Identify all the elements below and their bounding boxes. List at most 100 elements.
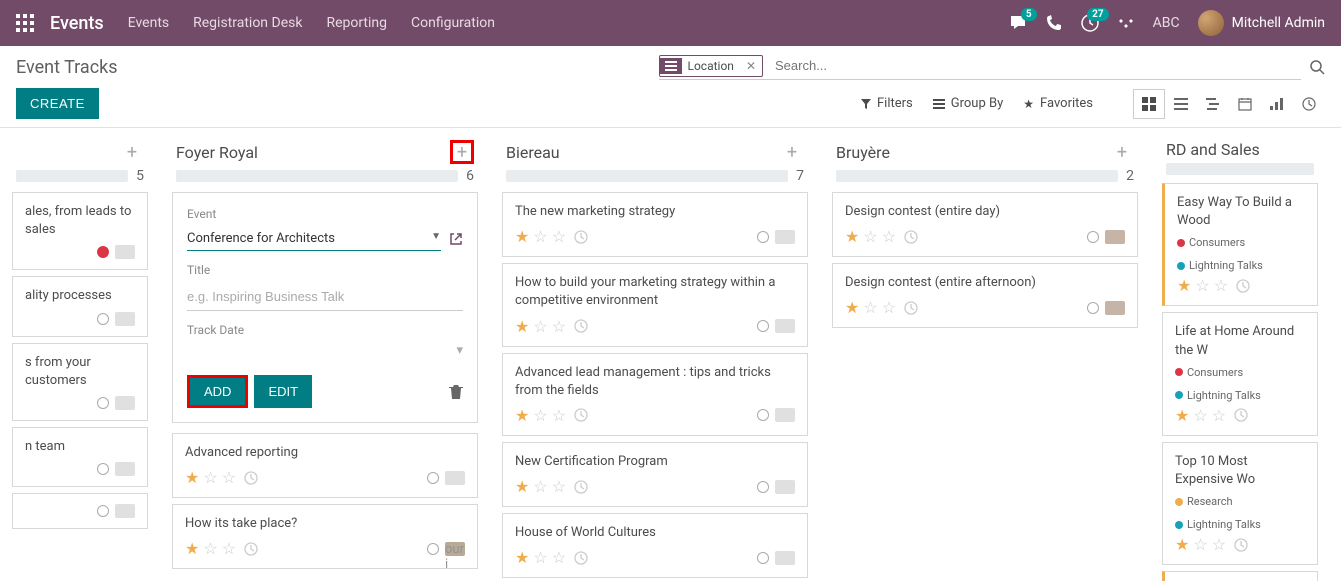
kanban-card[interactable]: ality processes [12,276,148,336]
star-icon[interactable]: ☆ [863,227,877,246]
star-icon[interactable]: ☆ [203,468,217,487]
company-switcher[interactable]: ABC [1153,15,1180,31]
star-icon[interactable]: ☆ [552,227,566,246]
search-icon[interactable] [1309,59,1325,75]
title-input[interactable] [187,283,463,311]
kanban-card[interactable]: Easy Way To Build a Wood ConsumersLightn… [1162,183,1318,306]
star-icon[interactable]: ☆ [1193,406,1207,425]
star-icon[interactable]: ☆ [222,468,236,487]
date-input[interactable]: ▾ [187,343,463,361]
clock-icon[interactable] [244,542,258,556]
star-icon[interactable]: ☆ [863,298,877,317]
status-dot[interactable] [757,552,769,564]
phone-icon[interactable] [1045,14,1063,32]
status-dot[interactable] [97,397,109,409]
star-icon[interactable]: ☆ [552,477,566,496]
gantt-view-icon[interactable] [1197,89,1229,119]
star-icon[interactable]: ★ [845,227,859,246]
clock-icon[interactable] [574,319,588,333]
star-icon[interactable]: ☆ [533,227,547,246]
star-icon[interactable]: ☆ [1212,535,1226,554]
column-add-icon[interactable]: + [120,140,144,164]
status-dot[interactable] [427,543,439,555]
kanban-card[interactable]: Top 10 Most Expensive Wo ResearchLightni… [1162,442,1318,565]
list-view-icon[interactable] [1165,89,1197,119]
add-button[interactable]: ADD [187,375,248,408]
kanban-card[interactable]: Advanced reporting ★☆☆ [172,433,478,498]
star-icon[interactable]: ☆ [882,298,896,317]
status-dot[interactable] [757,320,769,332]
clock-icon[interactable] [574,230,588,244]
calendar-view-icon[interactable] [1229,89,1261,119]
kanban-card[interactable] [12,493,148,529]
nav-events[interactable]: Events [128,15,169,31]
apps-icon[interactable] [16,14,34,32]
filters-button[interactable]: Filters [861,96,913,111]
debug-icon[interactable] [1117,14,1135,32]
kanban-card[interactable]: The new marketing strategy ★☆☆ [502,192,808,257]
star-icon[interactable]: ☆ [533,477,547,496]
nav-configuration[interactable]: Configuration [411,15,495,31]
status-dot[interactable] [757,231,769,243]
star-icon[interactable]: ★ [515,317,529,336]
clock-icon[interactable] [1234,538,1248,552]
clock-icon[interactable] [904,301,918,315]
kanban-card[interactable]: Climate positive ResearchLightning Talks… [1162,571,1318,581]
star-icon[interactable]: ☆ [533,317,547,336]
column-add-icon[interactable]: + [780,140,804,164]
star-icon[interactable]: ☆ [533,406,547,425]
status-dot[interactable] [97,313,109,325]
star-icon[interactable]: ☆ [1193,535,1207,554]
star-icon[interactable]: ★ [185,468,199,487]
clock-icon[interactable] [904,230,918,244]
app-brand[interactable]: Events [50,13,104,34]
groupby-button[interactable]: Group By [933,96,1004,111]
star-icon[interactable]: ☆ [882,227,896,246]
star-icon[interactable]: ★ [185,539,199,558]
status-dot[interactable] [427,472,439,484]
star-icon[interactable]: ★ [515,406,529,425]
status-dot[interactable] [1087,231,1099,243]
nav-reporting[interactable]: Reporting [326,15,387,31]
star-icon[interactable]: ☆ [552,317,566,336]
star-icon[interactable]: ★ [1177,276,1191,295]
kanban-card[interactable]: Advanced lead management : tips and tric… [502,353,808,436]
kanban-card[interactable]: How its take place? ★☆☆ our i [172,504,478,569]
kanban-card[interactable]: Life at Home Around the W ConsumersLight… [1162,312,1318,435]
star-icon[interactable]: ★ [515,227,529,246]
star-icon[interactable]: ☆ [1212,406,1226,425]
search-input[interactable] [771,54,1301,77]
nav-registration-desk[interactable]: Registration Desk [193,15,302,31]
status-dot-red[interactable] [97,246,109,258]
status-dot[interactable] [1087,302,1099,314]
kanban-card[interactable]: New Certification Program ★☆☆ [502,442,808,507]
status-dot[interactable] [97,463,109,475]
kanban-view-icon[interactable] [1133,89,1165,119]
star-icon[interactable]: ★ [515,548,529,567]
favorites-button[interactable]: ★ Favorites [1023,96,1093,111]
star-icon[interactable]: ★ [1175,535,1189,554]
clock-icon[interactable] [244,471,258,485]
graph-view-icon[interactable] [1261,89,1293,119]
status-dot[interactable] [757,481,769,493]
column-add-icon[interactable]: + [1110,140,1134,164]
star-icon[interactable]: ☆ [222,539,236,558]
star-icon[interactable]: ★ [515,477,529,496]
star-icon[interactable]: ★ [1175,406,1189,425]
kanban-card[interactable]: ales, from leads to sales [12,192,148,270]
create-button[interactable]: CREATE [16,88,99,119]
kanban-card[interactable]: s from your customers [12,343,148,421]
chat-icon[interactable]: 5 [1009,14,1027,32]
activity-icon[interactable]: 27 [1081,14,1099,32]
star-icon[interactable]: ☆ [552,406,566,425]
kanban-card[interactable]: House of World Cultures ★☆☆ [502,513,808,578]
kanban-card[interactable]: Design contest (entire day) ★☆☆ [832,192,1138,257]
event-select[interactable]: Conference for Architects ▼ [187,227,441,251]
star-icon[interactable]: ★ [845,298,859,317]
kanban-card[interactable]: Design contest (entire afternoon) ★☆☆ [832,263,1138,328]
user-menu[interactable]: Mitchell Admin [1198,10,1325,36]
star-icon[interactable]: ☆ [1195,276,1209,295]
search-box[interactable]: Location ✕ [659,54,1302,80]
star-icon[interactable]: ☆ [533,548,547,567]
clock-icon[interactable] [574,551,588,565]
